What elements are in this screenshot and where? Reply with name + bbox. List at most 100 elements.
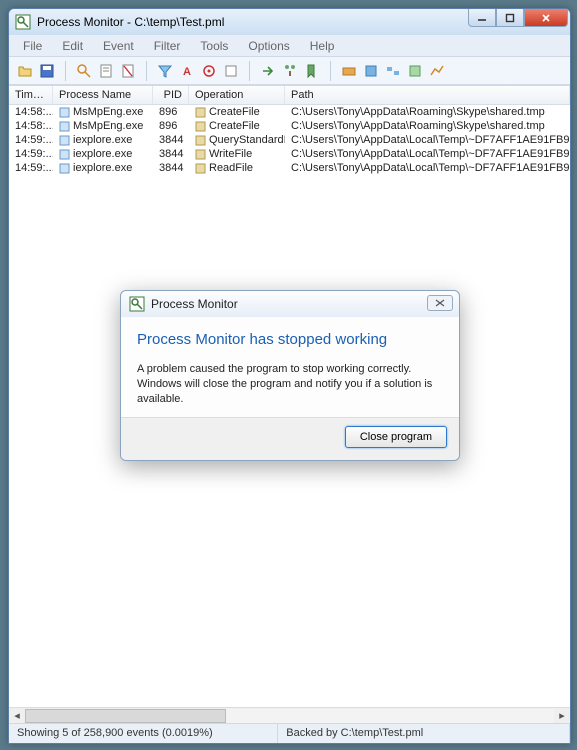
toolbar: A — [9, 57, 570, 85]
window-controls — [468, 9, 568, 27]
clear-icon[interactable] — [118, 61, 138, 81]
dialog-description: A problem caused the program to stop wor… — [137, 362, 443, 407]
separator — [330, 61, 331, 81]
process-icon — [59, 163, 70, 174]
highlight-icon[interactable]: A — [177, 61, 197, 81]
cell-path: C:\Users\Tony\AppData\Roaming\Skype\shar… — [285, 106, 570, 118]
cell-operation: CreateFile — [189, 106, 285, 118]
cell-path: C:\Users\Tony\AppData\Local\Temp\~DF7AFF… — [285, 162, 570, 174]
col-pid[interactable]: PID — [153, 86, 189, 104]
scroll-right-icon[interactable]: ▸ — [554, 709, 570, 723]
save-icon[interactable] — [37, 61, 57, 81]
process-icon — [59, 135, 70, 146]
window-title: Process Monitor - C:\temp\Test.pml — [37, 15, 224, 29]
horizontal-scrollbar[interactable]: ◂ ▸ — [9, 707, 570, 723]
cell-pid: 3844 — [153, 148, 189, 160]
col-time[interactable]: Time ... — [9, 86, 53, 104]
cell-pid: 3844 — [153, 162, 189, 174]
profiling-icon[interactable] — [427, 61, 447, 81]
separator — [146, 61, 147, 81]
maximize-button[interactable] — [496, 9, 524, 27]
col-process[interactable]: Process Name — [53, 86, 153, 104]
open-icon[interactable] — [15, 61, 35, 81]
status-events: Showing 5 of 258,900 events (0.0019%) — [9, 724, 278, 743]
operation-icon — [195, 121, 206, 132]
filter-icon[interactable] — [155, 61, 175, 81]
dialog-heading: Process Monitor has stopped working — [137, 331, 443, 348]
cell-operation: ReadFile — [189, 162, 285, 174]
menu-file[interactable]: File — [15, 37, 50, 55]
dialog-buttons: Close program — [121, 417, 459, 460]
grid-header: Time ... Process Name PID Operation Path — [9, 86, 570, 105]
cell-pid: 3844 — [153, 134, 189, 146]
menubar: File Edit Event Filter Tools Options Hel… — [9, 35, 570, 57]
menu-help[interactable]: Help — [302, 37, 343, 55]
find-icon[interactable] — [221, 61, 241, 81]
cell-operation: CreateFile — [189, 120, 285, 132]
operation-icon — [195, 107, 206, 118]
include-icon[interactable] — [199, 61, 219, 81]
table-row[interactable]: 14:59:...iexplore.exe3844WriteFileC:\Use… — [9, 147, 570, 161]
tree-icon[interactable] — [280, 61, 300, 81]
dialog-titlebar[interactable]: Process Monitor — [121, 291, 459, 317]
close-button[interactable] — [524, 9, 568, 27]
menu-edit[interactable]: Edit — [54, 37, 91, 55]
menu-tools[interactable]: Tools — [192, 37, 236, 55]
titlebar[interactable]: Process Monitor - C:\temp\Test.pml — [9, 9, 570, 35]
cell-time: 14:59:... — [9, 162, 53, 174]
cell-path: C:\Users\Tony\AppData\Local\Temp\~DF7AFF… — [285, 148, 570, 160]
dialog-body: Process Monitor has stopped working A pr… — [121, 317, 459, 417]
cell-process: MsMpEng.exe — [53, 106, 153, 118]
table-row[interactable]: 14:59:...iexplore.exe3844QueryStandardI.… — [9, 133, 570, 147]
status-backing: Backed by C:\temp\Test.pml — [278, 724, 570, 743]
cell-process: iexplore.exe — [53, 134, 153, 146]
process-icon — [59, 121, 70, 132]
table-row[interactable]: 14:59:...iexplore.exe3844ReadFileC:\User… — [9, 161, 570, 175]
autoscroll-icon[interactable] — [96, 61, 116, 81]
menu-event[interactable]: Event — [95, 37, 142, 55]
cell-time: 14:58:... — [9, 106, 53, 118]
process-icon — [59, 149, 70, 160]
menu-options[interactable]: Options — [240, 37, 297, 55]
jump-icon[interactable] — [258, 61, 278, 81]
menu-filter[interactable]: Filter — [146, 37, 189, 55]
cell-pid: 896 — [153, 106, 189, 118]
scroll-track[interactable] — [25, 709, 554, 723]
table-row[interactable]: 14:58:...MsMpEng.exe896CreateFileC:\User… — [9, 105, 570, 119]
app-icon — [15, 14, 31, 30]
cell-operation: QueryStandardI... — [189, 134, 285, 146]
cell-process: MsMpEng.exe — [53, 120, 153, 132]
minimize-button[interactable] — [468, 9, 496, 27]
cell-time: 14:59:... — [9, 148, 53, 160]
cell-pid: 896 — [153, 120, 189, 132]
separator — [65, 61, 66, 81]
cell-process: iexplore.exe — [53, 162, 153, 174]
process-activity-icon[interactable] — [405, 61, 425, 81]
cell-process: iexplore.exe — [53, 148, 153, 160]
cell-time: 14:58:... — [9, 120, 53, 132]
col-operation[interactable]: Operation — [189, 86, 285, 104]
cell-operation: WriteFile — [189, 148, 285, 160]
cell-path: C:\Users\Tony\AppData\Roaming\Skype\shar… — [285, 120, 570, 132]
bookmark-icon[interactable] — [302, 61, 322, 81]
operation-icon — [195, 149, 206, 160]
scroll-thumb[interactable] — [25, 709, 226, 723]
operation-icon — [195, 163, 206, 174]
operation-icon — [195, 135, 206, 146]
close-program-button[interactable]: Close program — [345, 426, 447, 448]
cell-path: C:\Users\Tony\AppData\Local\Temp\~DF7AFF… — [285, 134, 570, 146]
file-activity-icon[interactable] — [361, 61, 381, 81]
dialog-close-button[interactable] — [427, 295, 453, 311]
network-activity-icon[interactable] — [383, 61, 403, 81]
statusbar: Showing 5 of 258,900 events (0.0019%) Ba… — [9, 723, 570, 743]
scroll-left-icon[interactable]: ◂ — [9, 709, 25, 723]
cell-time: 14:59:... — [9, 134, 53, 146]
col-path[interactable]: Path — [285, 86, 570, 104]
separator — [249, 61, 250, 81]
dialog-title: Process Monitor — [151, 297, 238, 311]
table-row[interactable]: 14:58:...MsMpEng.exe896CreateFileC:\User… — [9, 119, 570, 133]
capture-icon[interactable] — [74, 61, 94, 81]
svg-text:A: A — [183, 66, 191, 78]
error-dialog: Process Monitor Process Monitor has stop… — [120, 290, 460, 461]
registry-activity-icon[interactable] — [339, 61, 359, 81]
